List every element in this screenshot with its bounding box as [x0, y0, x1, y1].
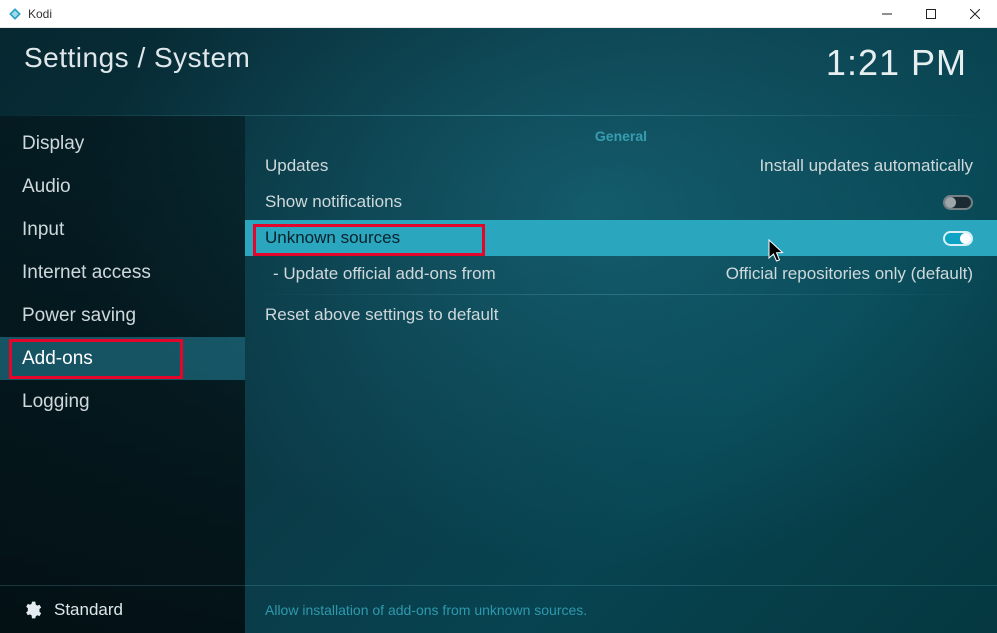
sidebar-item-input[interactable]: Input — [0, 208, 245, 251]
sidebar-item-label: Add-ons — [22, 348, 93, 370]
divider — [245, 294, 997, 295]
setting-label: Reset above settings to default — [265, 305, 498, 325]
gear-icon — [22, 600, 42, 620]
sidebar-item-label: Input — [22, 219, 64, 241]
setting-value: Install updates automatically — [759, 156, 973, 176]
window-title: Kodi — [28, 7, 52, 21]
kodi-logo-icon — [8, 7, 22, 21]
sidebar-item-audio[interactable]: Audio — [0, 165, 245, 208]
app-header: Settings / System 1:21 PM — [0, 28, 997, 116]
setting-row-unknown-sources[interactable]: Unknown sources — [245, 220, 997, 256]
sidebar-item-label: Internet access — [22, 262, 151, 284]
close-button[interactable] — [953, 0, 997, 28]
settings-level-button[interactable]: Standard — [0, 585, 245, 633]
setting-hint-text: Allow installation of add-ons from unkno… — [265, 602, 587, 618]
sidebar-item-label: Logging — [22, 391, 90, 413]
sidebar-item-power-saving[interactable]: Power saving — [0, 294, 245, 337]
sidebar: Display Audio Input Internet access Powe… — [0, 116, 245, 633]
setting-row-update-from[interactable]: - Update official add-ons from Official … — [245, 256, 997, 292]
minimize-button[interactable] — [865, 0, 909, 28]
sidebar-item-logging[interactable]: Logging — [0, 380, 245, 423]
setting-value: Official repositories only (default) — [726, 264, 973, 284]
page-title: Settings / System — [24, 42, 250, 116]
setting-hint: Allow installation of add-ons from unkno… — [245, 585, 997, 633]
setting-row-show-notifications[interactable]: Show notifications — [245, 184, 997, 220]
clock: 1:21 PM — [826, 42, 967, 116]
section-header: General — [245, 128, 997, 144]
setting-label: Show notifications — [265, 192, 402, 212]
toggle-on-icon[interactable] — [943, 231, 973, 246]
window-titlebar: Kodi — [0, 0, 997, 28]
sidebar-item-display[interactable]: Display — [0, 122, 245, 165]
toggle-off-icon[interactable] — [943, 195, 973, 210]
setting-label: Updates — [265, 156, 328, 176]
maximize-button[interactable] — [909, 0, 953, 28]
setting-row-updates[interactable]: Updates Install updates automatically — [245, 148, 997, 184]
sidebar-item-add-ons[interactable]: Add-ons — [0, 337, 245, 380]
sidebar-item-label: Display — [22, 133, 84, 155]
setting-label: - Update official add-ons from — [265, 264, 496, 284]
app-body: Settings / System 1:21 PM Display Audio … — [0, 28, 997, 633]
sidebar-item-internet[interactable]: Internet access — [0, 251, 245, 294]
setting-label: Unknown sources — [265, 228, 400, 248]
content: General Updates Install updates automati… — [245, 116, 997, 633]
sidebar-item-label: Audio — [22, 176, 71, 198]
setting-row-reset-defaults[interactable]: Reset above settings to default — [245, 297, 997, 333]
sidebar-item-label: Power saving — [22, 305, 136, 327]
settings-level-label: Standard — [54, 600, 123, 620]
